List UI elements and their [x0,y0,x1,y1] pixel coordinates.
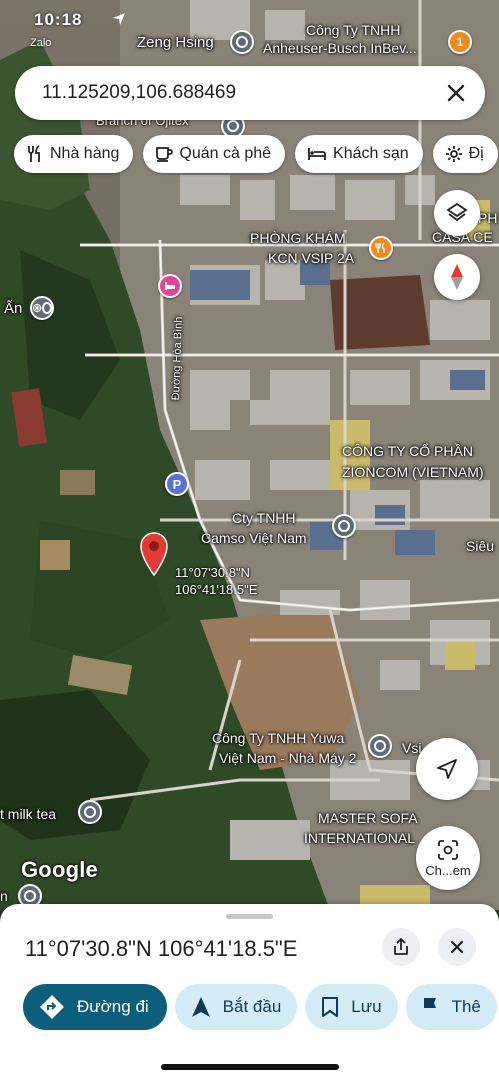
restaurant-icon [28,145,40,162]
chip-restaurants[interactable]: Nhà hàng [14,135,134,173]
add-label-label: Thê [451,997,481,1016]
layers-button[interactable] [434,190,480,236]
chip-coffee[interactable]: Quán cà phê [143,135,286,173]
map-label-anheuser-2[interactable]: Anheuser-Busch InBev... [263,40,417,57]
place-title: 11°07'30.8"N 106°41'18.5"E [25,936,298,961]
search-clear-button[interactable] [433,70,479,116]
google-logo: Google [21,857,98,882]
close-icon [447,84,465,102]
map-view[interactable]: 10:18 Zalo Zeng Hsing Công Ty TNHH Anheu… [0,0,499,910]
clinic-poi-icon[interactable] [369,236,393,260]
pin-latitude: 11°07'30.8"N [175,565,250,580]
map-label-zioncom-2[interactable]: ZIONCOM (VIETNAM) [342,464,484,481]
map-label-yuwa-1[interactable]: Công Ty TNHH Yuwa [212,730,344,747]
poi-orange-icon[interactable]: 1 [448,30,472,54]
start-label: Bắt đầu [222,997,282,1016]
search-input[interactable]: 11.125209,106.688469 [15,82,433,104]
map-label-an[interactable]: Ấn [4,300,22,317]
poi-pin-icon[interactable] [230,30,254,54]
dropped-pin-icon[interactable] [139,532,169,576]
map-label-sieu[interactable]: Siêu [466,538,494,555]
bookmark-icon [322,997,339,1017]
sheet-drag-handle[interactable] [226,914,273,919]
map-label-master-2[interactable]: INTERNATIONAL [304,830,415,847]
dropped-pin-label: 11°07'30.8"N 106°41'18.5"E [175,564,257,598]
add-label-button[interactable]: Thê [405,984,497,1030]
map-label-phong-kham-2[interactable]: KCN VSIP 2A [268,250,354,267]
map-label-anheuser-1[interactable]: Công Ty TNHH [306,22,400,39]
map-label-camso-1[interactable]: Cty TNHH [232,510,296,527]
save-label: Lưu [351,997,382,1016]
chip-attractions[interactable]: Đị [432,135,498,173]
temple-poi-icon[interactable] [30,296,54,320]
search-bar[interactable]: 11.125209,106.688469 [15,66,485,120]
map-label-milk-tea[interactable]: t milk tea [0,806,56,823]
chip-hotels[interactable]: Khách sạn [295,135,423,173]
poi-pin-icon[interactable] [368,734,392,758]
coffee-icon [156,147,174,162]
pin-longitude: 106°41'18.5"E [175,582,258,597]
lens-label: Ch...em [425,862,471,878]
directions-label: Đường đi [77,997,149,1016]
status-app-label: Zalo [30,37,52,49]
action-buttons: Đường đi Bắt đầu Lưu Thê [23,984,497,1030]
directions-icon [40,995,64,1019]
chip-label: Quán cà phê [179,145,272,162]
map-label-zeng-hsing[interactable]: Zeng Hsing [137,34,214,51]
status-time: 10:18 [34,10,83,29]
navigation-arrow-icon [191,997,210,1017]
map-label-yuwa-2[interactable]: Việt Nam - Nhà Máy 2 [219,750,356,767]
compass-button[interactable] [434,254,480,300]
directions-button[interactable]: Đường đi [23,984,167,1030]
category-chips: Nhà hàng Quán cà phê Khách sạn Đị [14,135,498,173]
start-button[interactable]: Bắt đầu [174,984,298,1030]
compass-icon [451,264,463,290]
map-label-phong-kham-1[interactable]: PHÒNG KHÁM [250,230,346,247]
camera-lens-icon [438,839,458,860]
map-label-road: Đường Hòa Bình [169,316,185,401]
lens-button[interactable]: Ch...em [416,826,480,890]
map-label-zioncom-1[interactable]: CÔNG TY CỔ PHẦN [342,443,473,460]
flag-icon [423,998,436,1017]
poi-pin-icon[interactable] [78,800,102,824]
share-icon [394,938,408,955]
my-location-button[interactable] [416,738,478,800]
save-button[interactable]: Lưu [305,984,398,1030]
hotel-icon [308,148,326,160]
map-label-casa-1[interactable]: PH [478,210,497,227]
chip-label: Đị [468,145,484,162]
chip-label: Nhà hàng [50,145,120,162]
location-arrow-icon [113,13,125,25]
close-sheet-button[interactable] [438,928,476,966]
parking-poi-icon[interactable]: P [165,472,189,496]
place-bottom-sheet[interactable]: 11°07'30.8"N 106°41'18.5"E Đường đi Bắt … [0,904,499,1080]
map-label-camso-2[interactable]: Camso Việt Nam [201,530,307,547]
poi-pin-icon[interactable] [332,514,356,538]
navigation-arrow-icon [437,759,457,779]
layers-icon [446,202,468,222]
share-button[interactable] [382,928,420,966]
map-label-master-1[interactable]: MASTER SOFA [318,810,418,827]
chip-label: Khách sạn [333,145,409,162]
hotel-poi-icon[interactable] [158,274,182,298]
home-indicator [161,1064,339,1070]
map-label-n[interactable]: n [0,888,8,905]
close-icon [450,940,464,954]
attraction-icon [445,146,462,162]
